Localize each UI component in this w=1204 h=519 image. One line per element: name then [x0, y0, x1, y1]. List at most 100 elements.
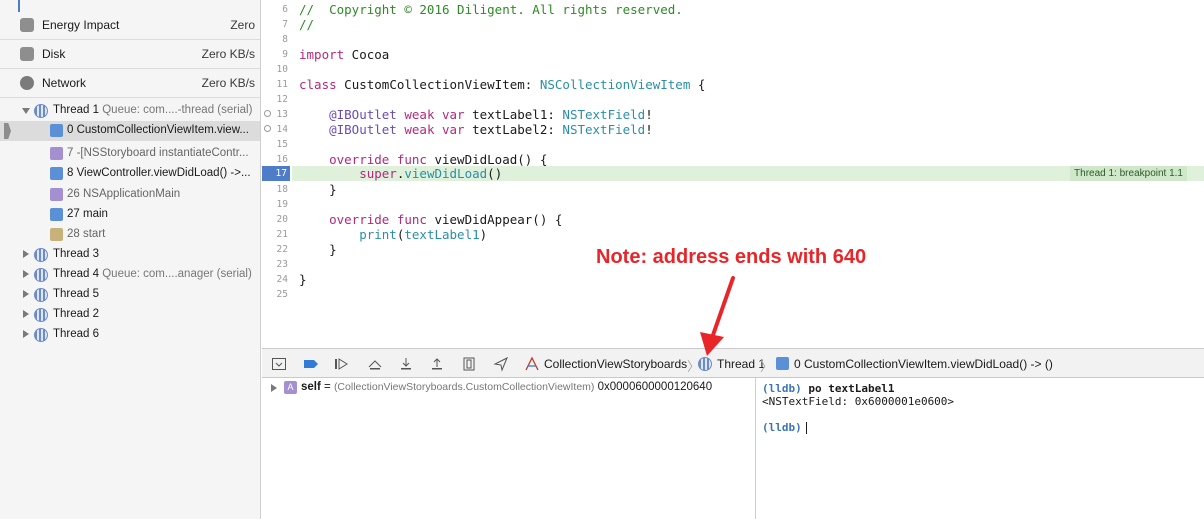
code-line: // Copyright © 2016 Diligent. All rights… — [299, 2, 683, 17]
thread-row-3[interactable]: Thread 3 — [0, 245, 260, 265]
gauge-energy[interactable]: Energy Impact Zero — [0, 11, 260, 40]
line-number: 8 — [282, 34, 288, 45]
thread-name: Thread 4 — [53, 268, 100, 280]
line-number: 9 — [282, 49, 288, 60]
system-frame-icon — [50, 228, 63, 241]
thread-icon — [34, 268, 48, 282]
console-output: <NSTextField: 0x6000001e0600> — [762, 395, 955, 408]
line-gutter[interactable]: 6 7 8 9 10 11 12 13 14 15 16 17 18 19 20… — [262, 0, 292, 348]
disclosure-closed-icon[interactable] — [23, 250, 29, 258]
gauge-label: Energy Impact — [42, 18, 120, 32]
framework-frame-icon — [50, 147, 63, 160]
frame-label: 7 -[NSStoryboard instantiateContr... — [67, 147, 249, 159]
line-number: 20 — [276, 214, 288, 225]
variable-type: (CollectionViewStoryboards.CustomCollect… — [333, 381, 595, 393]
thread-queue: Queue: com....anager (serial) — [102, 268, 252, 280]
line-number: 10 — [276, 64, 288, 75]
thread-icon — [34, 328, 48, 342]
breadcrumb-frame[interactable]: 0 CustomCollectionViewItem.viewDidLoad()… — [794, 357, 1053, 371]
user-frame-icon — [50, 167, 63, 180]
thread-row-1[interactable]: Thread 1 Queue: com....-thread (serial) — [0, 101, 260, 121]
breadcrumb-project[interactable]: CollectionViewStoryboards — [544, 357, 687, 371]
breadcrumb-thread[interactable]: Thread 1 — [717, 357, 765, 371]
variable-name: self — [301, 381, 321, 393]
code-line: } — [299, 182, 337, 197]
user-frame-icon — [776, 357, 789, 370]
frame-row-8[interactable]: 8 ViewController.viewDidLoad() ->... — [0, 164, 260, 184]
code-line-current: super.viewDidLoad() — [299, 166, 503, 181]
disclosure-closed-icon[interactable] — [271, 384, 277, 392]
thread-name: Thread 5 — [53, 288, 100, 300]
framework-frame-icon — [50, 188, 63, 201]
line-number: 18 — [276, 184, 288, 195]
thread-row-4[interactable]: Thread 4 Queue: com....anager (serial) — [0, 265, 260, 285]
code-line: // — [299, 17, 315, 32]
debug-bar: CollectionViewStoryboards 〉 Thread 1 〉 0… — [262, 348, 1204, 378]
thread-row-5[interactable]: Thread 5 — [0, 285, 260, 305]
line-number: 6 — [282, 4, 288, 15]
thread-icon — [698, 357, 712, 371]
line-number: 13 — [276, 109, 288, 120]
frame-label: 26 NSApplicationMain — [67, 188, 181, 200]
thread-row-2[interactable]: Thread 2 — [0, 305, 260, 325]
gauge-label: Network — [42, 76, 87, 90]
thread-name: Thread 3 — [53, 248, 100, 260]
gauge-disk[interactable]: Disk Zero KB/s — [0, 40, 260, 69]
code-line: override func viewDidLoad() { — [299, 152, 548, 167]
user-frame-icon — [50, 208, 63, 221]
line-number: 12 — [276, 94, 288, 105]
line-number: 22 — [276, 244, 288, 255]
continue-icon[interactable] — [333, 356, 349, 372]
disk-icon — [20, 47, 34, 61]
lldb-console[interactable]: (lldb) po textLabel1 <NSTextField: 0x600… — [757, 378, 1204, 519]
line-number: 11 — [276, 79, 288, 90]
console-input-line[interactable]: (lldb) — [762, 421, 807, 434]
gauge-label: Disk — [42, 47, 66, 61]
step-into-icon[interactable] — [398, 356, 414, 372]
disclosure-closed-icon[interactable] — [23, 290, 29, 298]
network-icon — [20, 76, 34, 90]
frame-label: 27 main — [67, 208, 108, 220]
gauge-value: Zero — [230, 18, 255, 32]
thread-queue: Queue: com....-thread (serial) — [102, 104, 253, 116]
disclosure-closed-icon[interactable] — [23, 310, 29, 318]
step-over-icon[interactable] — [367, 356, 383, 372]
variables-view[interactable]: A self = (CollectionViewStoryboards.Cust… — [262, 378, 756, 519]
line-number: 14 — [276, 124, 288, 135]
gauge-value: Zero KB/s — [201, 76, 255, 90]
source-editor[interactable]: Thread 1: breakpoint 1.1 6 7 8 9 10 11 1… — [262, 0, 1204, 348]
code-line: print(textLabel1) — [299, 227, 488, 242]
frame-row-27[interactable]: 27 main — [0, 205, 260, 225]
variable-type-icon: A — [284, 381, 297, 394]
thread-icon — [34, 248, 48, 262]
breadcrumb-separator-icon: 〉 — [760, 359, 774, 374]
thread-name: Thread 1 — [53, 104, 100, 116]
text-cursor — [805, 422, 807, 434]
code-line: class CustomCollectionViewItem: NSCollec… — [299, 77, 706, 92]
thread-row-6[interactable]: Thread 6 — [0, 325, 260, 345]
frame-label: 28 start — [67, 228, 106, 240]
view-hierarchy-icon[interactable] — [461, 356, 477, 372]
gauge-network[interactable]: Network Zero KB/s — [0, 69, 260, 98]
code-line: } — [299, 242, 337, 257]
thread-icon — [34, 308, 48, 322]
frame-row-7[interactable]: 7 -[NSStoryboard instantiateContr... — [0, 144, 260, 164]
debug-navigator: Energy Impact Zero Disk Zero KB/s Networ… — [0, 0, 261, 519]
frame-row-26[interactable]: 26 NSApplicationMain — [0, 185, 260, 205]
hide-debug-area-icon[interactable] — [271, 356, 287, 372]
line-number: 7 — [282, 19, 288, 30]
simulate-location-icon[interactable] — [493, 356, 509, 372]
line-number: 23 — [276, 259, 288, 270]
project-icon — [524, 356, 540, 372]
gauge-value: Zero KB/s — [201, 47, 255, 61]
breakpoint-line-number[interactable]: 17 — [262, 166, 290, 181]
step-out-icon[interactable] — [429, 356, 445, 372]
code-line: override func viewDidAppear() { — [299, 212, 563, 227]
disclosure-closed-icon[interactable] — [23, 330, 29, 338]
disclosure-closed-icon[interactable] — [23, 270, 29, 278]
code-line: import Cocoa — [299, 47, 390, 62]
frame-row-0[interactable]: 0 CustomCollectionViewItem.view... — [0, 121, 260, 141]
breakpoints-toggle-icon[interactable] — [303, 356, 319, 372]
frame-row-28[interactable]: 28 start — [0, 225, 260, 245]
disclosure-open-icon[interactable] — [22, 108, 30, 114]
